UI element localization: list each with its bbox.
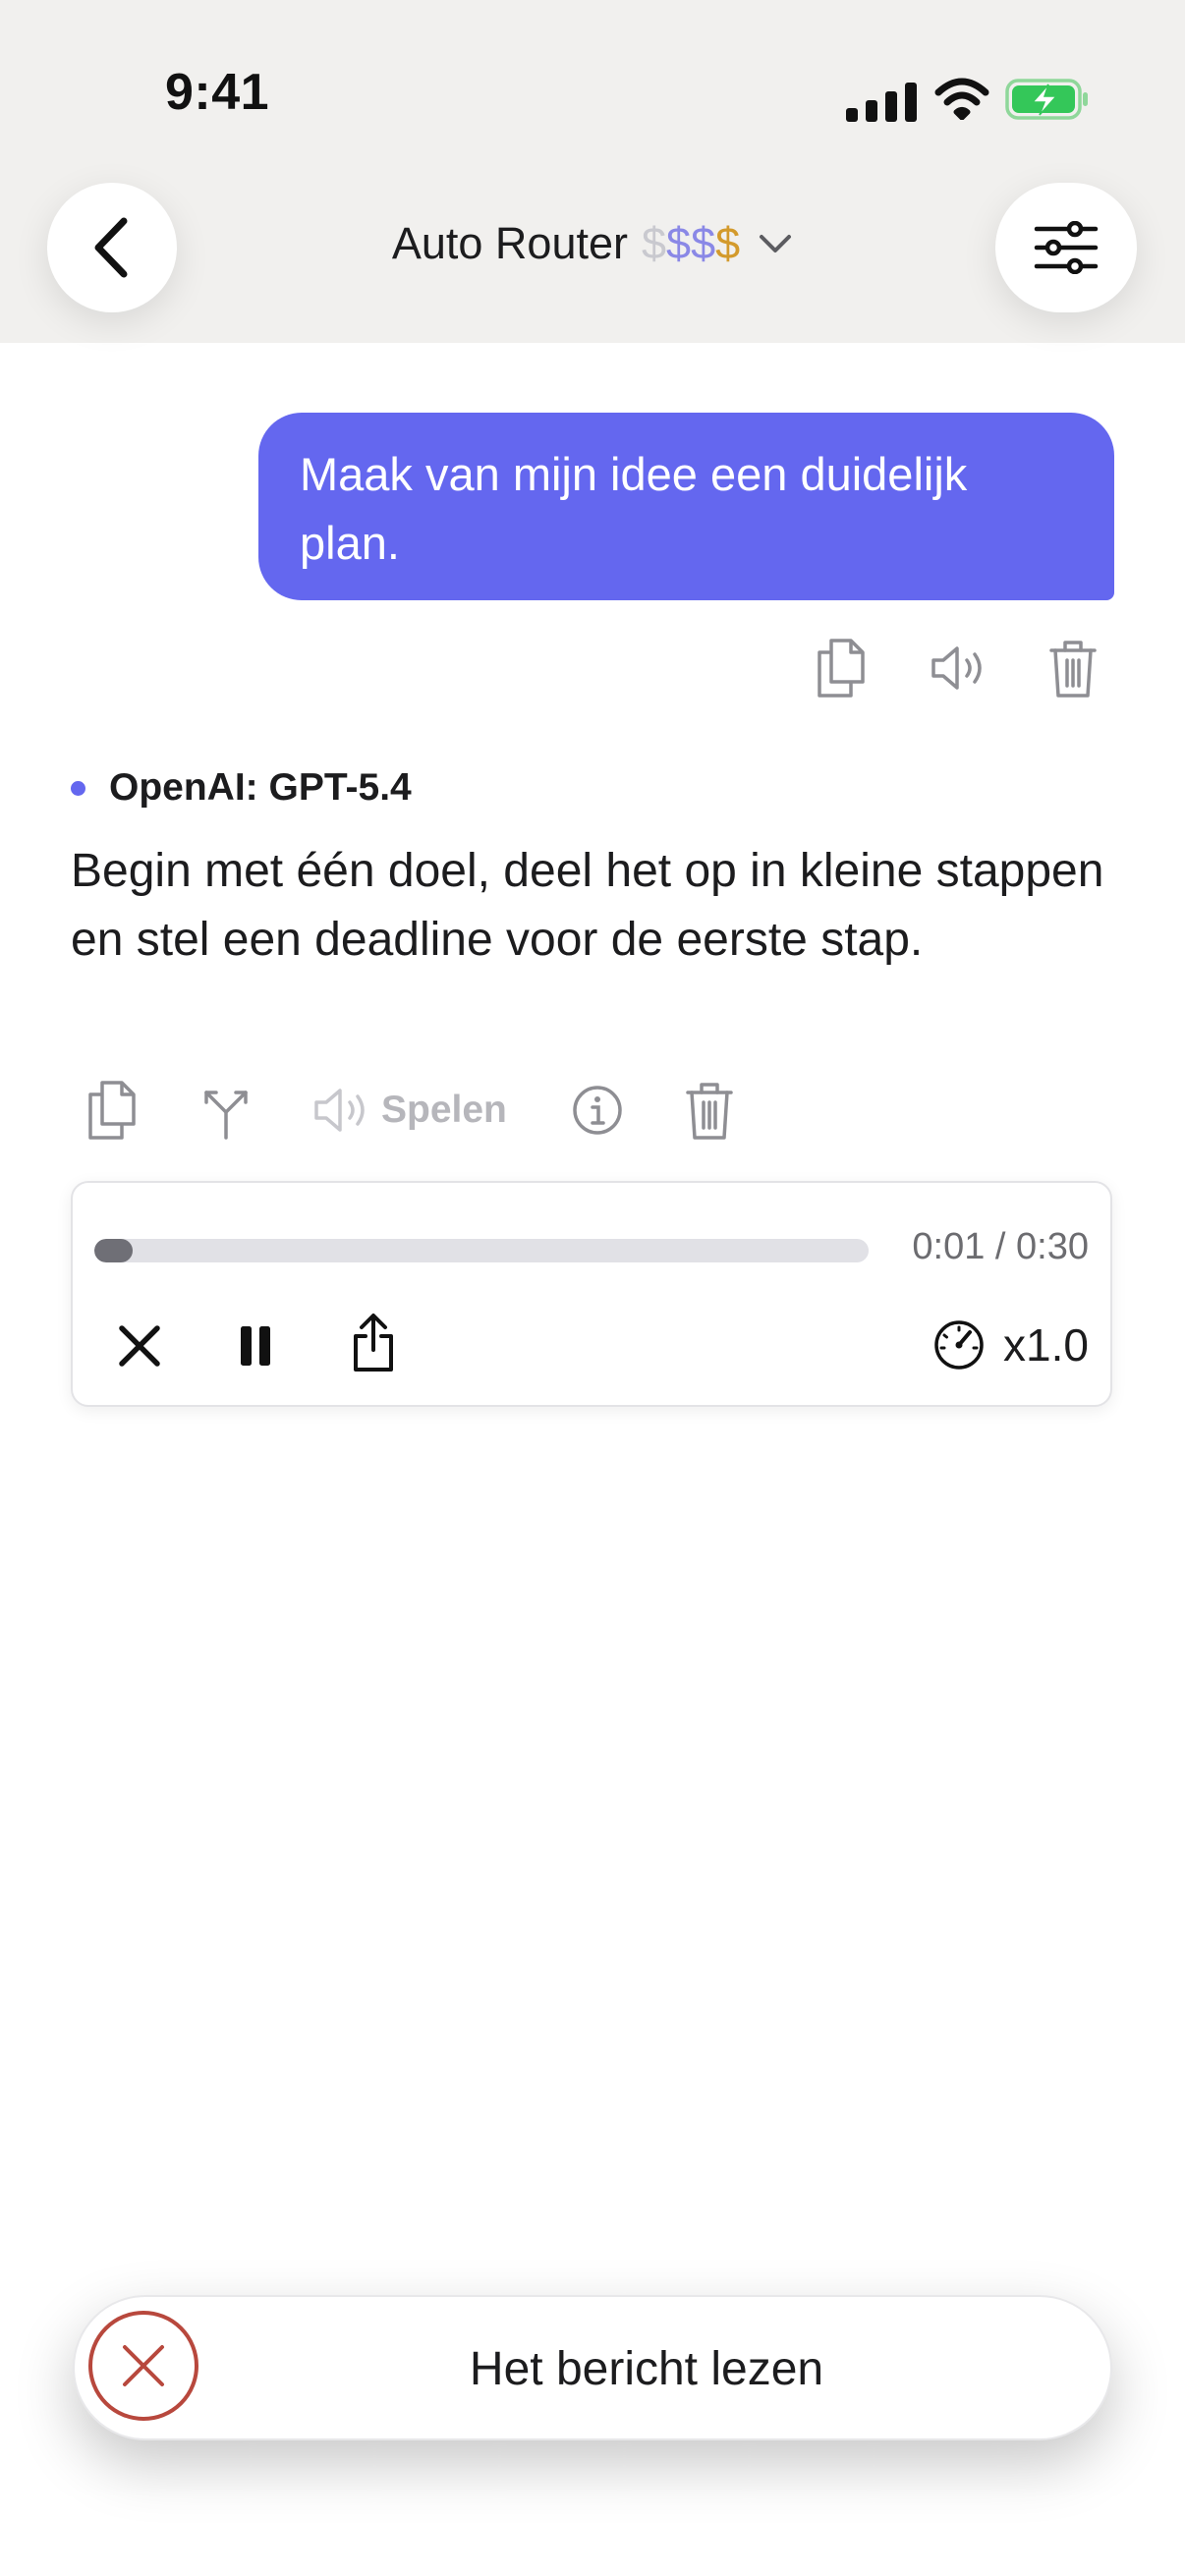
copy-icon[interactable] bbox=[814, 637, 869, 700]
status-time: 9:41 bbox=[165, 64, 270, 121]
trash-icon[interactable] bbox=[682, 1079, 737, 1142]
progress-track[interactable] bbox=[94, 1239, 869, 1262]
share-icon bbox=[354, 1314, 393, 1372]
battery-charging-icon bbox=[1005, 79, 1088, 120]
pause-button[interactable] bbox=[226, 1316, 285, 1375]
assistant-model-label: OpenAI: GPT-5.4 bbox=[71, 766, 412, 810]
user-message-text: Maak van mijn idee een duidelijk plan. bbox=[300, 448, 968, 569]
speaker-icon[interactable] bbox=[930, 637, 985, 700]
reading-toast: Het bericht lezen bbox=[73, 2295, 1112, 2440]
cellular-signal-icon bbox=[846, 83, 917, 122]
price-symbol: $ bbox=[642, 218, 667, 268]
assistant-message-actions: Spelen bbox=[85, 1079, 737, 1142]
price-symbol: $ bbox=[691, 218, 716, 268]
pause-icon bbox=[241, 1326, 270, 1366]
speedometer-icon bbox=[934, 1320, 984, 1370]
speaker-icon bbox=[314, 1089, 365, 1132]
model-selector-title: Auto Router bbox=[391, 218, 628, 268]
branch-icon[interactable] bbox=[198, 1079, 254, 1142]
trash-icon[interactable] bbox=[1045, 637, 1100, 700]
time-readout: 0:01 / 0:30 bbox=[912, 1226, 1089, 1267]
model-name: OpenAI: GPT-5.4 bbox=[109, 766, 412, 809]
chevron-down-icon bbox=[760, 235, 792, 252]
sliders-icon bbox=[1034, 221, 1099, 274]
price-symbol: $ bbox=[715, 218, 741, 268]
close-player-button[interactable] bbox=[110, 1316, 169, 1375]
playback-speed-button[interactable]: x1.0 bbox=[932, 1318, 1089, 1372]
header-bar: 9:41 Auto Router $$$$ bbox=[0, 0, 1185, 343]
audio-player: 0:01 / 0:30 x1.0 bbox=[71, 1181, 1112, 1407]
model-dot bbox=[71, 780, 85, 796]
playback-speed-label: x1.0 bbox=[1003, 1319, 1089, 1371]
wifi-icon bbox=[934, 78, 989, 120]
user-message-actions bbox=[814, 637, 1100, 700]
progress-fill bbox=[94, 1239, 134, 1262]
stop-reading-button[interactable] bbox=[88, 2311, 198, 2421]
copy-icon[interactable] bbox=[85, 1079, 140, 1142]
settings-button[interactable] bbox=[995, 183, 1137, 312]
toast-message: Het bericht lezen bbox=[469, 2342, 824, 2395]
price-symbol: $ bbox=[666, 218, 692, 268]
play-label: Spelen bbox=[381, 1089, 507, 1131]
price-indicator: $$$$ bbox=[642, 218, 740, 269]
close-icon bbox=[123, 2345, 164, 2386]
user-message-bubble[interactable]: Maak van mijn idee een duidelijk plan. bbox=[258, 413, 1114, 600]
assistant-message-text: Begin met één doel, deel het op in klein… bbox=[71, 845, 1104, 966]
share-button[interactable] bbox=[342, 1309, 405, 1377]
close-icon bbox=[119, 1325, 160, 1367]
info-icon[interactable] bbox=[570, 1079, 625, 1142]
play-button[interactable]: Spelen bbox=[312, 1079, 507, 1142]
